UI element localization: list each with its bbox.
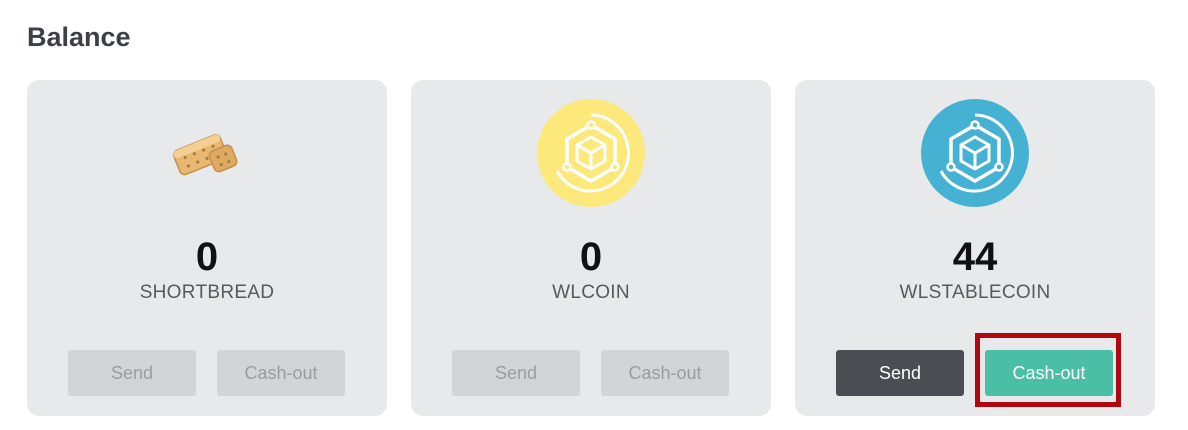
- balance-card-shortbread: 0 SHORTBREAD Send Cash-out: [27, 80, 387, 416]
- send-button[interactable]: Send: [836, 350, 964, 396]
- balance-amount: 44: [952, 235, 998, 279]
- send-button[interactable]: Send: [452, 350, 580, 396]
- balance-card-wlcoin: 0 WLCOIN Send Cash-out: [411, 80, 771, 416]
- wlcoin-icon: [537, 99, 645, 207]
- cashout-highlight-box: [975, 333, 1121, 407]
- token-name: WLSTABLECOIN: [899, 282, 1051, 303]
- cashout-button[interactable]: Cash-out: [217, 350, 345, 396]
- balance-amount: 0: [195, 235, 219, 279]
- shortbread-cookie-icon: [153, 99, 261, 207]
- page-title: Balance: [27, 22, 131, 52]
- cashout-button[interactable]: Cash-out: [601, 350, 729, 396]
- token-name: WLCOIN: [552, 282, 630, 303]
- token-name: SHORTBREAD: [139, 282, 275, 303]
- send-button[interactable]: Send: [68, 350, 196, 396]
- balance-amount: 0: [579, 235, 603, 279]
- wlstablecoin-icon: [921, 99, 1029, 207]
